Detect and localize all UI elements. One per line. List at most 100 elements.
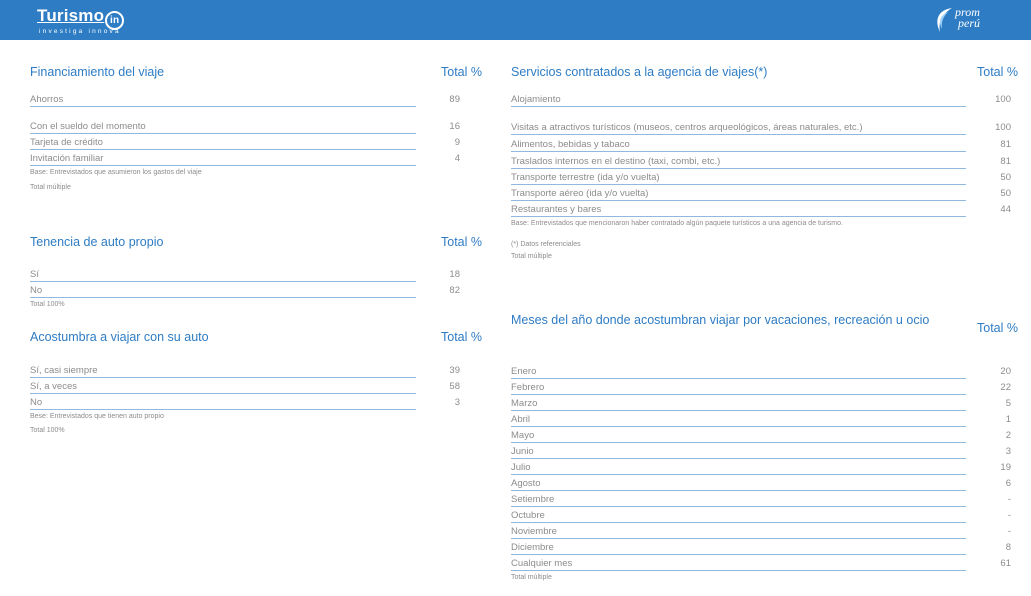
meses-row: Mayo 2: [511, 427, 1011, 443]
servicios-row: Alimentos, bebidas y tabaco 81: [511, 135, 1011, 152]
tenencia-note-total: Total 100%: [30, 301, 65, 308]
acostumbra-note-base: Bese: Entrevistados que tienen auto prop…: [30, 413, 164, 420]
row-label: Marzo: [511, 398, 538, 409]
meses-row: Enero 20: [511, 363, 1011, 379]
servicios-row: Traslados internos en el destino (taxi, …: [511, 152, 1011, 169]
row-value: 22: [1000, 382, 1011, 393]
row-value: 50: [1000, 172, 1011, 183]
row-value: 2: [1005, 430, 1011, 441]
row-label: Julio: [511, 462, 531, 473]
row-label: Restaurantes y bares: [511, 204, 602, 215]
row-label: Cualquier mes: [511, 558, 573, 569]
row-label: Alimentos, bebidas y tabaco: [511, 139, 630, 150]
row-label: Ahorros: [30, 94, 64, 105]
meses-row: Marzo 5: [511, 395, 1011, 411]
servicios-note-ref: (*) Datos referenciales: [511, 241, 581, 248]
turismo-in-logo: Turismo in investiga innova: [37, 6, 125, 35]
header-bar: Turismo in investiga innova prom perú: [0, 0, 1031, 40]
row-label: Octubre: [511, 510, 545, 521]
row-value: 44: [1000, 204, 1011, 215]
row-value: 81: [1000, 139, 1011, 150]
row-value: 16: [449, 121, 460, 132]
row-label: Alojamiento: [511, 94, 561, 105]
financiamiento-title: Financiamiento del viaje: [30, 65, 165, 79]
servicios-row: Transporte aéreo (ida y/o vuelta) 50: [511, 185, 1011, 201]
tenencia-row: No 82: [30, 282, 460, 298]
servicios-row: Visitas a atractivos turísticos (museos,…: [511, 107, 1011, 135]
row-label: Febrero: [511, 382, 545, 393]
row-value: 3: [1005, 446, 1011, 457]
logo-peru: perú: [958, 16, 980, 30]
row-label: Sí: [30, 269, 39, 280]
servicios-title: Servicios contratados a la agencia de vi…: [511, 65, 768, 79]
row-value: 100: [995, 94, 1011, 105]
row-label: Invitación familiar: [30, 153, 104, 164]
meses-row: Cualquier mes 61: [511, 555, 1011, 571]
financiamiento-row: Con el sueldo del momento 16: [30, 107, 460, 134]
row-value: -: [1007, 526, 1011, 537]
tenencia-row: Sí 18: [30, 266, 460, 282]
servicios-note-base: Base: Entrevistados que mencionaron habe…: [511, 220, 843, 227]
row-value: 20: [1000, 366, 1011, 377]
financiamiento-row: Invitación familiar 4: [30, 150, 460, 166]
promperu-swirl-icon: [937, 8, 952, 32]
financiamiento-row: Tarjeta de crédito 9: [30, 134, 460, 150]
financiamiento-note-base: Base: Entrevistados que asumieron los ga…: [30, 169, 202, 176]
row-value: 1: [1005, 414, 1011, 425]
row-label: Con el sueldo del momento: [30, 121, 146, 132]
row-label: Mayo: [511, 430, 535, 441]
row-value: 89: [449, 94, 460, 105]
acostumbra-row: No 3: [30, 394, 460, 410]
financiamiento-row: Ahorros 89: [30, 90, 460, 107]
servicios-note-total: Total múltiple: [511, 253, 552, 260]
row-value: -: [1007, 494, 1011, 505]
servicios-row: Transporte terrestre (ida y/o vuelta) 50: [511, 169, 1011, 185]
meses-row: Junio 3: [511, 443, 1011, 459]
row-value: 81: [1000, 156, 1011, 167]
row-value: 50: [1000, 188, 1011, 199]
row-value: 5: [1005, 398, 1011, 409]
logo-word: Turismo: [37, 6, 105, 25]
row-value: 19: [1000, 462, 1011, 473]
row-label: Sí, casi siempre: [30, 365, 98, 376]
financiamiento-note-total: Total múltiple: [30, 184, 71, 191]
row-label: Noviembre: [511, 526, 557, 537]
promperu-logo-text: prom perú: [955, 6, 980, 30]
row-label: No: [30, 397, 43, 408]
row-value: 4: [454, 153, 460, 164]
row-label: Junio: [511, 446, 534, 457]
servicios-total-header: Total %: [977, 65, 1018, 79]
row-value: 3: [454, 397, 460, 408]
financiamiento-total-header: Total %: [441, 65, 482, 79]
row-value: 6: [1005, 478, 1011, 489]
row-value: 18: [449, 269, 460, 280]
meses-row: Julio 19: [511, 459, 1011, 475]
tenencia-title: Tenencia de auto propio: [30, 235, 164, 249]
acostumbra-row: Sí, a veces 58: [30, 378, 460, 394]
meses-row: Abril 1: [511, 411, 1011, 427]
logo-tagline: investiga innova: [39, 28, 121, 35]
row-label: Transporte aéreo (ida y/o vuelta): [511, 188, 649, 199]
servicios-row: Alojamiento 100: [511, 90, 1011, 107]
row-value: -: [1007, 510, 1011, 521]
row-label: Visitas a atractivos turísticos (museos,…: [511, 122, 863, 133]
meses-row: Noviembre -: [511, 523, 1011, 539]
row-label: Diciembre: [511, 542, 554, 553]
row-label: Setiembre: [511, 494, 555, 505]
row-value: 8: [1005, 542, 1011, 553]
row-label: No: [30, 285, 43, 296]
acostumbra-title: Acostumbra a viajar con su auto: [30, 330, 209, 344]
row-label: Traslados internos en el destino (taxi, …: [511, 156, 721, 167]
acostumbra-row: Sí, casi siempre 39: [30, 362, 460, 378]
row-value: 58: [449, 381, 460, 392]
meses-row: Agosto 6: [511, 475, 1011, 491]
row-value: 9: [454, 137, 460, 148]
acostumbra-note-total: Total 100%: [30, 427, 65, 434]
row-label: Sí, a veces: [30, 381, 77, 392]
row-label: Transporte terrestre (ida y/o vuelta): [511, 172, 660, 183]
row-value: 100: [995, 122, 1011, 133]
tenencia-total-header: Total %: [441, 235, 482, 249]
meses-note-total: Total múltiple: [511, 574, 552, 581]
row-label: Enero: [511, 366, 537, 377]
row-value: 82: [449, 285, 460, 296]
